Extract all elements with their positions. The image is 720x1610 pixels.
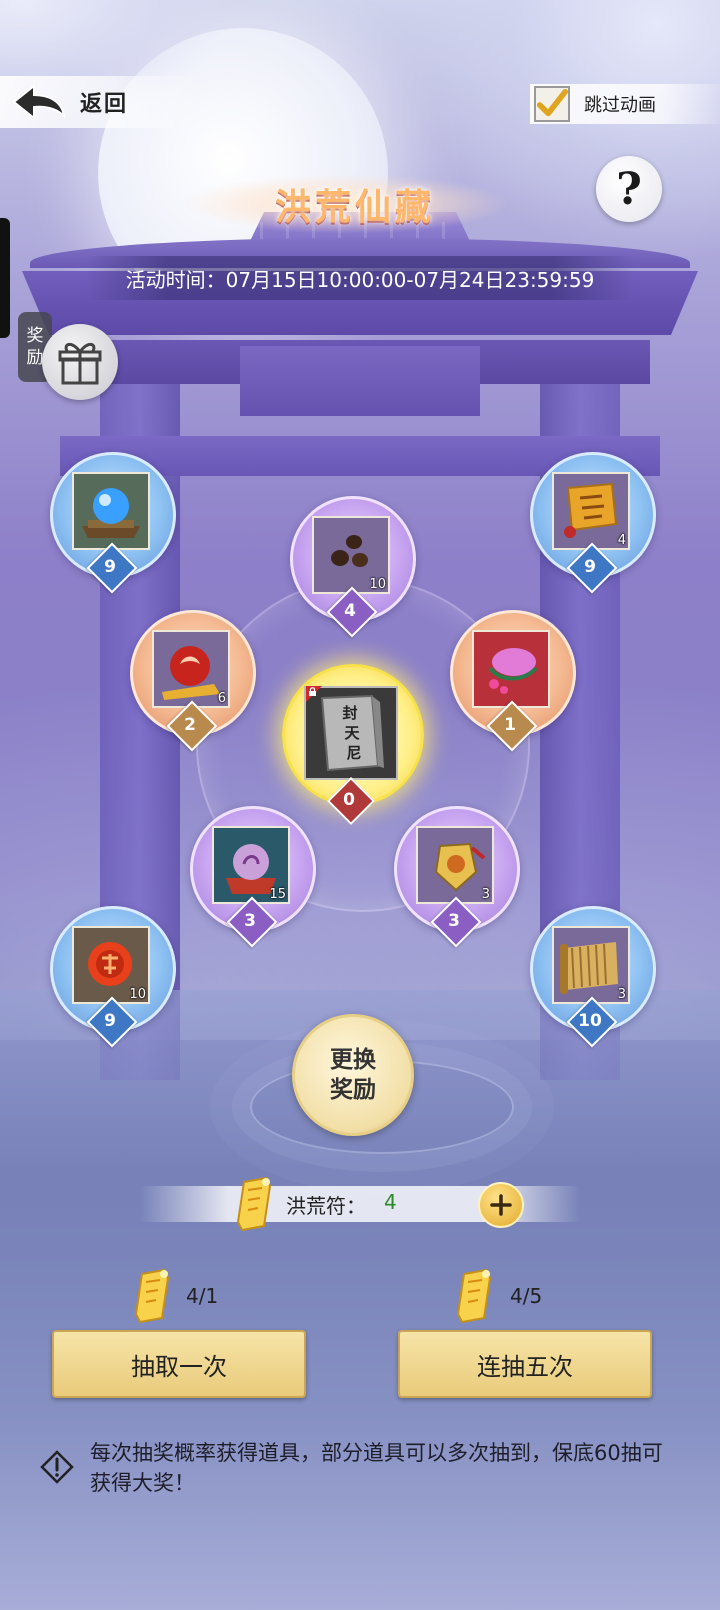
plus-icon [490,1194,512,1216]
single-draw-cost: 4/1 [186,1284,219,1308]
skip-animation-label: 跳过动画 [584,95,656,116]
remaining-count: 3 [244,911,256,931]
draw-five-button[interactable]: 连抽五次 [398,1330,652,1398]
currency-value: 4 [384,1190,397,1214]
gate-plaque [240,346,480,416]
prize-slot-mid-right[interactable]: 1 [450,610,576,752]
skip-animation-checkbox[interactable] [534,86,570,122]
grand-prize-slot[interactable]: 封 天 尼 0 [282,664,424,826]
draw-once-button[interactable]: 抽取一次 [52,1330,306,1398]
help-button[interactable]: ? [596,156,662,222]
change-reward-label-1: 更换 [330,1047,376,1073]
gift-box-icon[interactable] [42,324,118,400]
five-draw-cost: 4/5 [510,1284,543,1308]
item-quantity: 3 [617,987,626,1002]
crystal-orb-icon [72,472,150,550]
bamboo-scroll-icon: 3 [552,926,630,1004]
remaining-count: 9 [104,557,116,577]
prize-slot-mid-left[interactable]: 6 2 [130,610,256,752]
back-label: 返回 [80,92,129,117]
change-reward-label-2: 奖励 [330,1077,376,1103]
grand-prize-count: 0 [343,790,355,810]
prize-slot-top-center[interactable]: 10 4 [290,496,416,638]
seeds-icon: 10 [312,516,390,594]
spirit-orb-icon: 15 [212,826,290,904]
change-reward-button[interactable]: 更换 奖励 [292,1014,414,1136]
reward-tag-char-2: 励 [26,348,44,368]
prize-slot-top-left[interactable]: 9 [50,452,176,594]
side-drawer-handle[interactable] [0,218,10,338]
scroll-token-icon: 4 [552,472,630,550]
remaining-count: 9 [584,557,596,577]
item-quantity: 4 [617,533,626,548]
seal-char-1: 封 [342,704,357,722]
item-quantity: 15 [269,887,286,902]
event-time: 活动时间：07月15日10:00:00-07月24日23:59:59 [125,267,595,292]
prize-slot-bottom-right[interactable]: 3 10 [530,906,656,1048]
prize-slot-top-right[interactable]: 4 9 [530,452,656,594]
flower-crown-icon [472,630,550,708]
prize-slot-low-right[interactable]: 3 3 [394,806,520,948]
talisman-icon [236,1176,272,1232]
lock-icon [306,686,322,702]
draw-five-label: 连抽五次 [477,1352,573,1381]
talisman-icon [134,1268,170,1324]
remaining-count: 3 [448,911,460,931]
skip-animation-toggle[interactable]: 跳过动画 [530,84,720,124]
remaining-count: 10 [578,1011,602,1031]
fire-orb-icon: 6 [152,630,230,708]
talisman-icon [456,1268,492,1324]
remaining-count: 9 [104,1011,116,1031]
item-quantity: 10 [129,987,146,1002]
reward-tag-char-1: 奖 [26,326,44,346]
fire-seal-icon: 10 [72,926,150,1004]
checkmark-icon [536,88,568,117]
seal-char-2: 天 [344,724,360,742]
draw-notice-text: 每次抽奖概率获得道具，部分道具可以多次抽到，保底60抽可获得大奖！ [90,1441,663,1495]
remaining-count: 4 [344,601,356,621]
question-mark-icon: ? [616,163,642,215]
remaining-count: 2 [184,715,196,735]
item-quantity: 3 [481,887,490,902]
prize-slot-low-left[interactable]: 15 3 [190,806,316,948]
add-currency-button[interactable] [478,1182,524,1228]
event-title: 洪荒仙藏 [274,186,435,228]
event-time-bar: 活动时间：07月15日10:00:00-07月24日23:59:59 [86,256,634,300]
remaining-count: 1 [504,715,516,735]
back-button[interactable]: 返回 [0,76,200,128]
currency-label: 洪荒符： [286,1194,366,1218]
item-quantity: 6 [217,691,226,706]
draw-once-label: 抽取一次 [131,1352,227,1381]
amulet-icon: 3 [416,826,494,904]
warning-icon [40,1450,74,1484]
prize-slot-bottom-left[interactable]: 10 9 [50,906,176,1048]
seal-char-3: 尼 [346,744,361,762]
item-quantity: 10 [369,577,386,592]
back-arrow-icon [8,80,68,124]
